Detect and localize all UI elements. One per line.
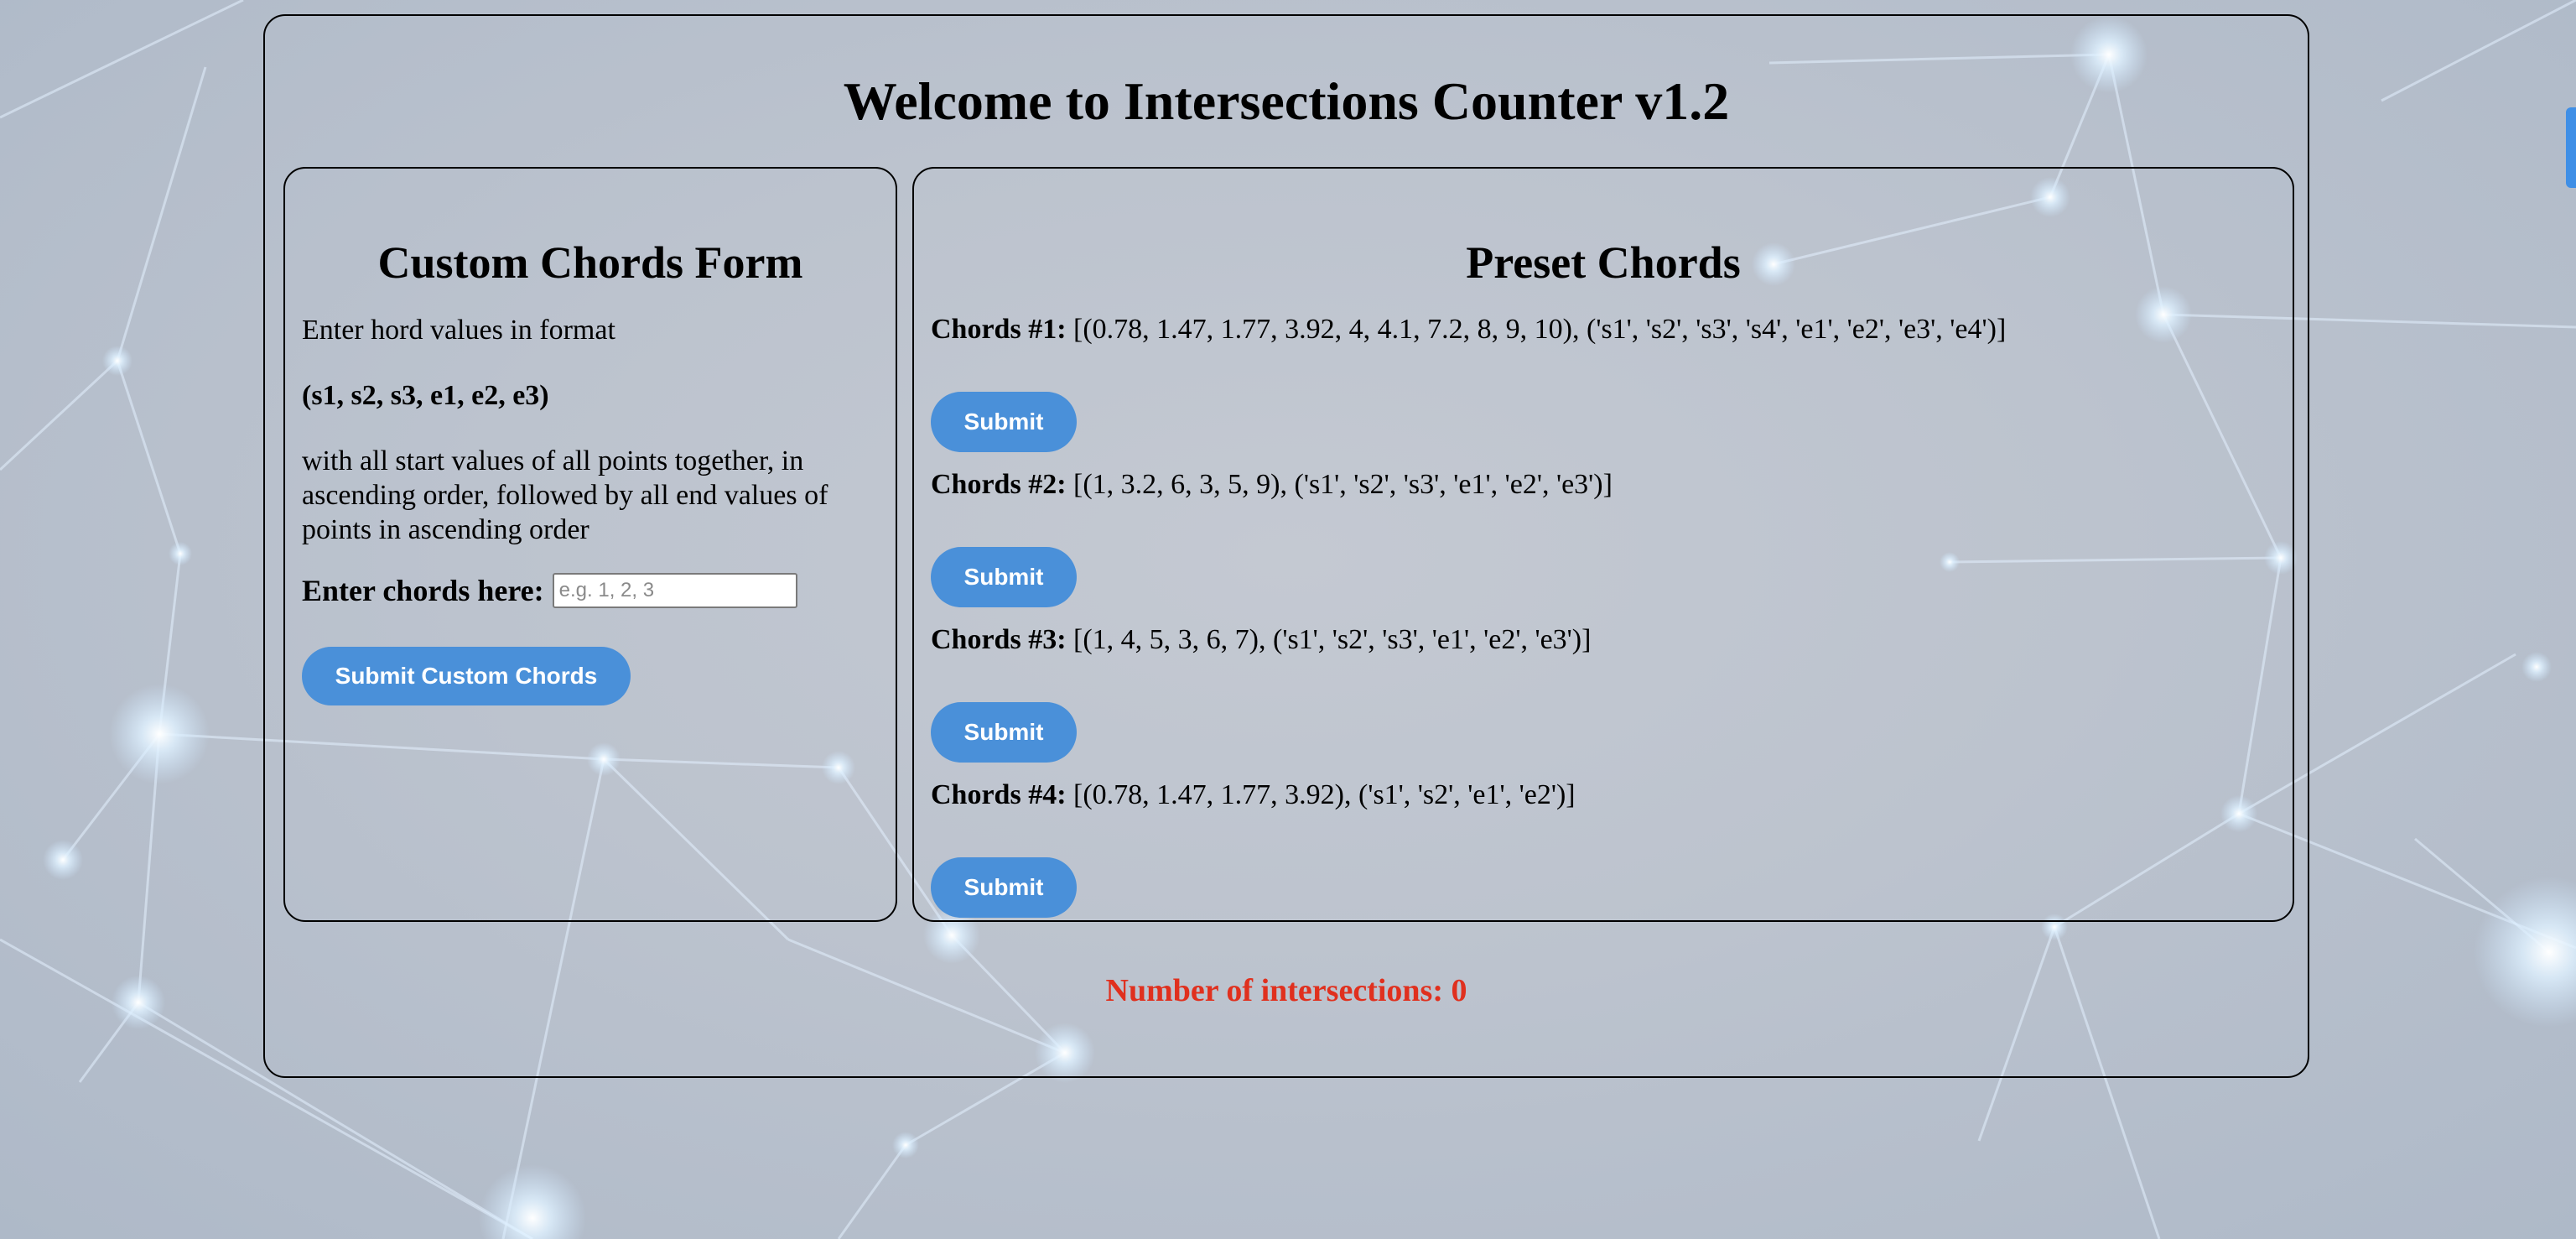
submit-custom-chords-button[interactable]: Submit Custom Chords xyxy=(302,647,631,705)
preset-label: Chords #1: xyxy=(931,314,1067,345)
preset-chords-3: Chords #3: [(1, 4, 5, 3, 6, 7), ('s1', '… xyxy=(931,623,1591,657)
custom-form-title: Custom Chords Form xyxy=(377,237,803,288)
preset-chords-2: Chords #2: [(1, 3.2, 6, 3, 5, 9), ('s1',… xyxy=(931,468,1613,502)
main-container: Welcome to Intersections Counter v1.2 Cu… xyxy=(263,14,2309,1078)
intersections-result: Number of intersections: 0 xyxy=(1105,973,1467,1008)
page-title: Welcome to Intersections Counter v1.2 xyxy=(843,71,1730,131)
preset-value: [(0.78, 1.47, 1.77, 3.92, 4, 4.1, 7.2, 8… xyxy=(1073,314,2007,345)
scrollbar-thumb[interactable] xyxy=(2566,107,2576,188)
custom-chords-panel: Custom Chords Form Enter hord values in … xyxy=(283,167,897,922)
preset-chords-title: Preset Chords xyxy=(1466,237,1741,288)
format-description-text: with all start values of all points toge… xyxy=(302,445,828,545)
preset-label: Chords #4: xyxy=(931,779,1067,810)
format-intro-text: Enter hord values in format xyxy=(302,315,615,346)
preset-label: Chords #3: xyxy=(931,624,1067,655)
preset-4-submit-button[interactable]: Submit xyxy=(931,857,1077,918)
preset-chords-panel: Preset Chords Chords #1: [(0.78, 1.47, 1… xyxy=(912,167,2294,922)
chords-input-row: Enter chords here: xyxy=(302,573,797,608)
chords-input-label: Enter chords here: xyxy=(302,574,544,607)
preset-value: [(1, 3.2, 6, 3, 5, 9), ('s1', 's2', 's3'… xyxy=(1073,469,1613,500)
preset-value: [(1, 4, 5, 3, 6, 7), ('s1', 's2', 's3', … xyxy=(1073,624,1592,655)
preset-value: [(0.78, 1.47, 1.77, 3.92), ('s1', 's2', … xyxy=(1073,779,1576,810)
preset-chords-1: Chords #1: [(0.78, 1.47, 1.77, 3.92, 4, … xyxy=(931,313,2006,346)
preset-3-submit-button[interactable]: Submit xyxy=(931,702,1077,763)
preset-chords-4: Chords #4: [(0.78, 1.47, 1.77, 3.92), ('… xyxy=(931,778,1576,812)
chords-input[interactable] xyxy=(552,573,797,608)
preset-label: Chords #2: xyxy=(931,469,1067,500)
preset-1-submit-button[interactable]: Submit xyxy=(931,392,1077,452)
preset-2-submit-button[interactable]: Submit xyxy=(931,547,1077,607)
format-example-text: (s1, s2, s3, e1, e2, e3) xyxy=(302,380,549,411)
